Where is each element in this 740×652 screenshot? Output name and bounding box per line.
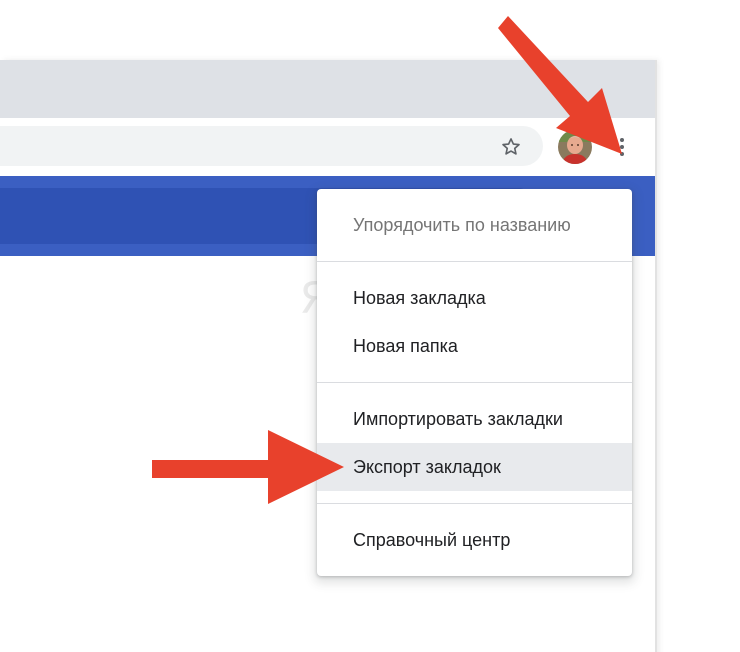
screenshot-stage: ЯБЛЫК Упорядочить по названию Новая закл…: [0, 0, 740, 652]
profile-avatar[interactable]: [558, 130, 592, 164]
bookmark-star-button[interactable]: [498, 134, 524, 160]
menu-button[interactable]: [612, 132, 632, 162]
menu-item-help-center[interactable]: Справочный центр: [317, 516, 632, 564]
star-outline-icon: [502, 138, 520, 155]
menu-separator: [317, 261, 632, 262]
menu-item-import-bookmarks[interactable]: Импортировать закладки: [317, 395, 632, 443]
menu-separator: [317, 382, 632, 383]
menu-item-new-folder[interactable]: Новая папка: [317, 322, 632, 370]
menu-separator: [317, 503, 632, 504]
menu-item-new-bookmark[interactable]: Новая закладка: [317, 274, 632, 322]
menu-dot-icon: [620, 145, 624, 149]
menu-dot-icon: [620, 138, 624, 142]
browser-toolbar: [0, 118, 655, 176]
menu-dot-icon: [620, 152, 624, 156]
menu-item-sort-by-name[interactable]: Упорядочить по названию: [317, 201, 632, 249]
tab-strip: [0, 60, 655, 118]
address-bar[interactable]: [0, 126, 543, 166]
bookmarks-dropdown-menu: Упорядочить по названию Новая закладка Н…: [317, 189, 632, 576]
user-avatar-icon: [558, 130, 592, 164]
export-bookmarks-item[interactable]: Экспорт закладок: [317, 443, 632, 491]
